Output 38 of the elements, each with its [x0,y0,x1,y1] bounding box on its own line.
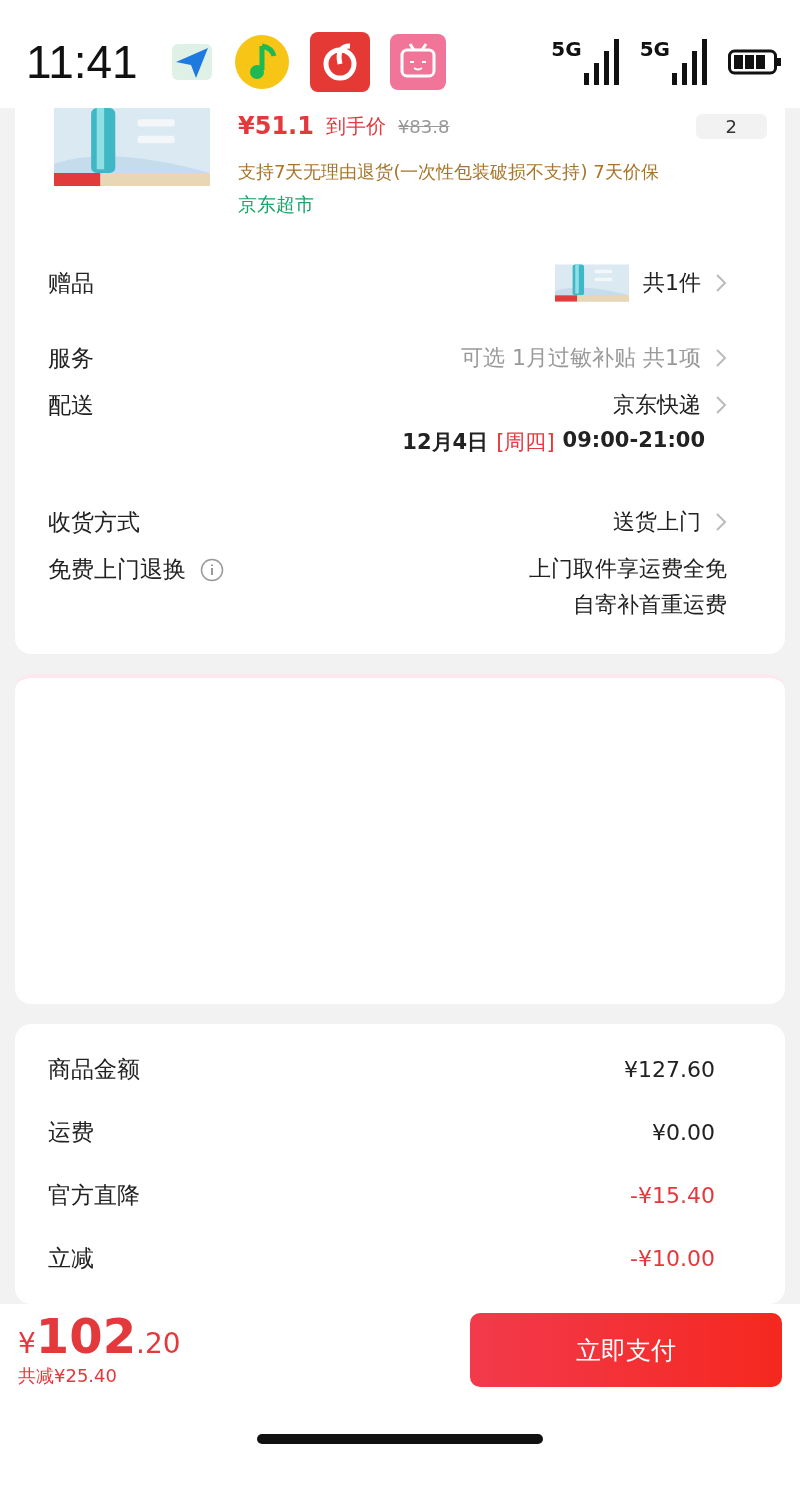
summary-label: 立减 [48,1244,94,1273]
status-time: 11:41 [26,35,138,89]
quantity-field[interactable]: 2 [695,113,767,139]
row-value[interactable]: 送货上门 [613,507,701,537]
battery-icon [728,48,782,76]
row-value[interactable]: 京东快递 [613,390,701,420]
product-price: ¥51.1 [238,112,314,140]
row-value: 上门取件享运费全免 [529,555,727,583]
row-label: 服务 [48,343,94,373]
network-label: 5G [551,37,582,61]
network-label: 5G [639,37,670,61]
row-value[interactable]: 共1件 [643,268,701,298]
tv-face-icon[interactable] [389,34,446,90]
summary-value: -¥10.00 [630,1246,715,1271]
delivery-date: 12月4日 [402,429,489,456]
delivery-time: 09:00-21:00 [562,428,705,454]
info-icon[interactable] [200,557,224,582]
pay-button[interactable]: 立即支付 [470,1313,782,1387]
price-label: 到手价 [325,112,386,140]
summary-value: ¥127.60 [624,1057,715,1082]
row-label: 免费上门退换 [48,555,186,584]
original-price: ¥83.8 [397,115,450,137]
total-price: ¥102.20 [18,1312,181,1360]
row-label: 配送 [48,391,94,420]
summary-value: -¥15.40 [630,1183,715,1208]
music-note-icon[interactable] [233,34,290,90]
row-label: 赠品 [48,268,94,298]
row-label: 收货方式 [48,507,140,537]
savings-text: 共减¥25.40 [18,1364,118,1388]
row-value: 自寄补首重运费 [573,591,727,619]
signal-icon [672,37,708,87]
signal-icon [583,37,620,87]
delivery-weekday: [周四] [496,429,555,456]
return-policy: 支持7天无理由退货(一次性包装破损不支持) 7天价保 [238,160,660,184]
summary-value: ¥0.00 [652,1120,715,1145]
summary-label: 官方直降 [48,1181,140,1210]
summary-label: 商品金额 [48,1055,140,1084]
summary-label: 运费 [48,1118,94,1147]
